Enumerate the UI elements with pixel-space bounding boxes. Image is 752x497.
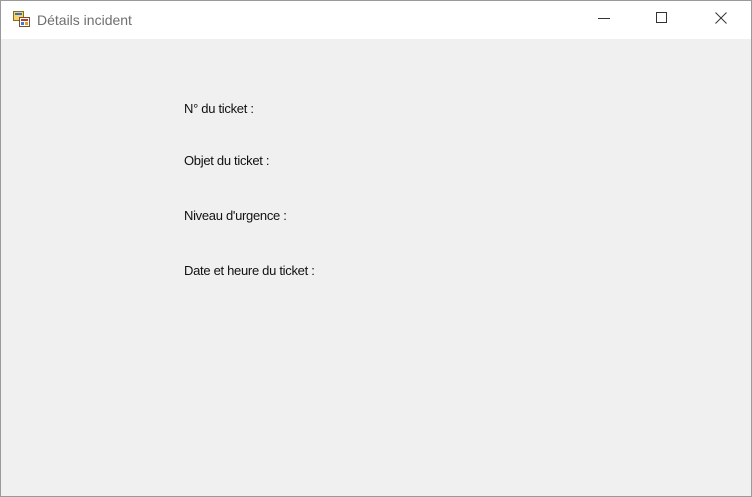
maximize-icon bbox=[656, 11, 668, 29]
ticket-subject-label: Objet du ticket : bbox=[184, 153, 270, 168]
minimize-icon bbox=[598, 11, 610, 29]
urgency-level-label: Niveau d'urgence : bbox=[184, 208, 287, 223]
window-title: Détails incident bbox=[37, 12, 132, 28]
form-client-area: N° du ticket : Objet du ticket : Niveau … bbox=[1, 39, 751, 496]
close-button[interactable] bbox=[698, 1, 744, 39]
ticket-datetime-label: Date et heure du ticket : bbox=[184, 263, 315, 278]
minimize-button[interactable] bbox=[581, 1, 627, 39]
title-bar[interactable]: Détails incident bbox=[1, 1, 751, 39]
details-incident-window: Détails incident N° du ticket: Objet du… bbox=[0, 0, 752, 497]
close-icon bbox=[715, 11, 727, 29]
ticket-number-label: N° du ticket : bbox=[184, 101, 254, 116]
winforms-app-icon[interactable] bbox=[13, 11, 31, 28]
maximize-button[interactable] bbox=[639, 1, 685, 39]
